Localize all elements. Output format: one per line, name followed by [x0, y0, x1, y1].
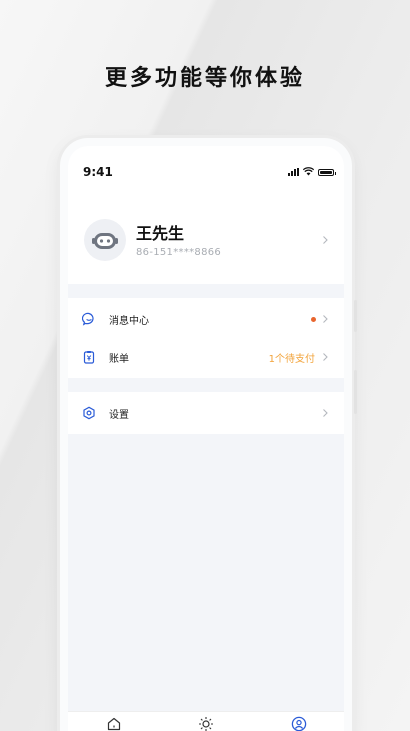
user-name: 王先生 [136, 224, 185, 243]
status-bar: 9:41 [68, 146, 344, 192]
avatar[interactable] [84, 219, 126, 261]
user-phone: 86-151****8866 [136, 247, 222, 258]
user-icon [291, 716, 307, 731]
chevron-right-icon [323, 315, 328, 323]
unread-dot [311, 317, 316, 322]
profile-card[interactable]: 王先生 86-151****8866 [68, 192, 344, 284]
status-icons [288, 166, 336, 176]
settings-card: 设置 [68, 392, 344, 434]
pending-payment-status: 1个待支付 [268, 354, 315, 365]
chevron-right-icon [323, 236, 328, 244]
menu-item-settings[interactable]: 设置 [68, 394, 344, 432]
sun-icon [199, 717, 213, 731]
tab-home[interactable]: 首页 [94, 716, 134, 731]
menu-item-messages-label: 消息中心 [109, 316, 149, 327]
menu-item-messages[interactable]: 消息中心 [68, 300, 344, 338]
menu-item-settings-label: 设置 [109, 410, 129, 421]
signal-icon [288, 168, 299, 176]
home-icon [107, 717, 121, 731]
bottom-tab-bar: 首页 智能 我的 [68, 711, 344, 731]
battery-icon [318, 169, 336, 176]
phone-side-button [354, 370, 357, 414]
menu-item-bill[interactable]: 账单 1个待支付 [68, 338, 344, 376]
tab-smart[interactable]: 智能 [186, 716, 226, 731]
wifi-icon [303, 167, 314, 176]
chevron-right-icon [323, 409, 328, 417]
promo-headline: 更多功能等你体验 [104, 66, 305, 91]
message-bubble-icon [82, 312, 94, 326]
chevron-right-icon [323, 353, 328, 361]
bill-icon [83, 351, 95, 364]
app-screen: 9:41 王先生 86-151****8866 消息中心 账单 1个待支付 设置 [68, 146, 344, 731]
tab-mine[interactable]: 我的 [279, 716, 319, 731]
status-time: 9:41 [83, 165, 113, 179]
phone-side-button [354, 300, 357, 332]
robot-avatar-icon [92, 233, 118, 249]
phone-mockup: 9:41 王先生 86-151****8866 消息中心 账单 1个待支付 设置 [60, 138, 352, 731]
settings-hex-icon [83, 406, 95, 420]
menu-item-bill-label: 账单 [109, 354, 129, 365]
menu-card: 消息中心 账单 1个待支付 [68, 298, 344, 378]
